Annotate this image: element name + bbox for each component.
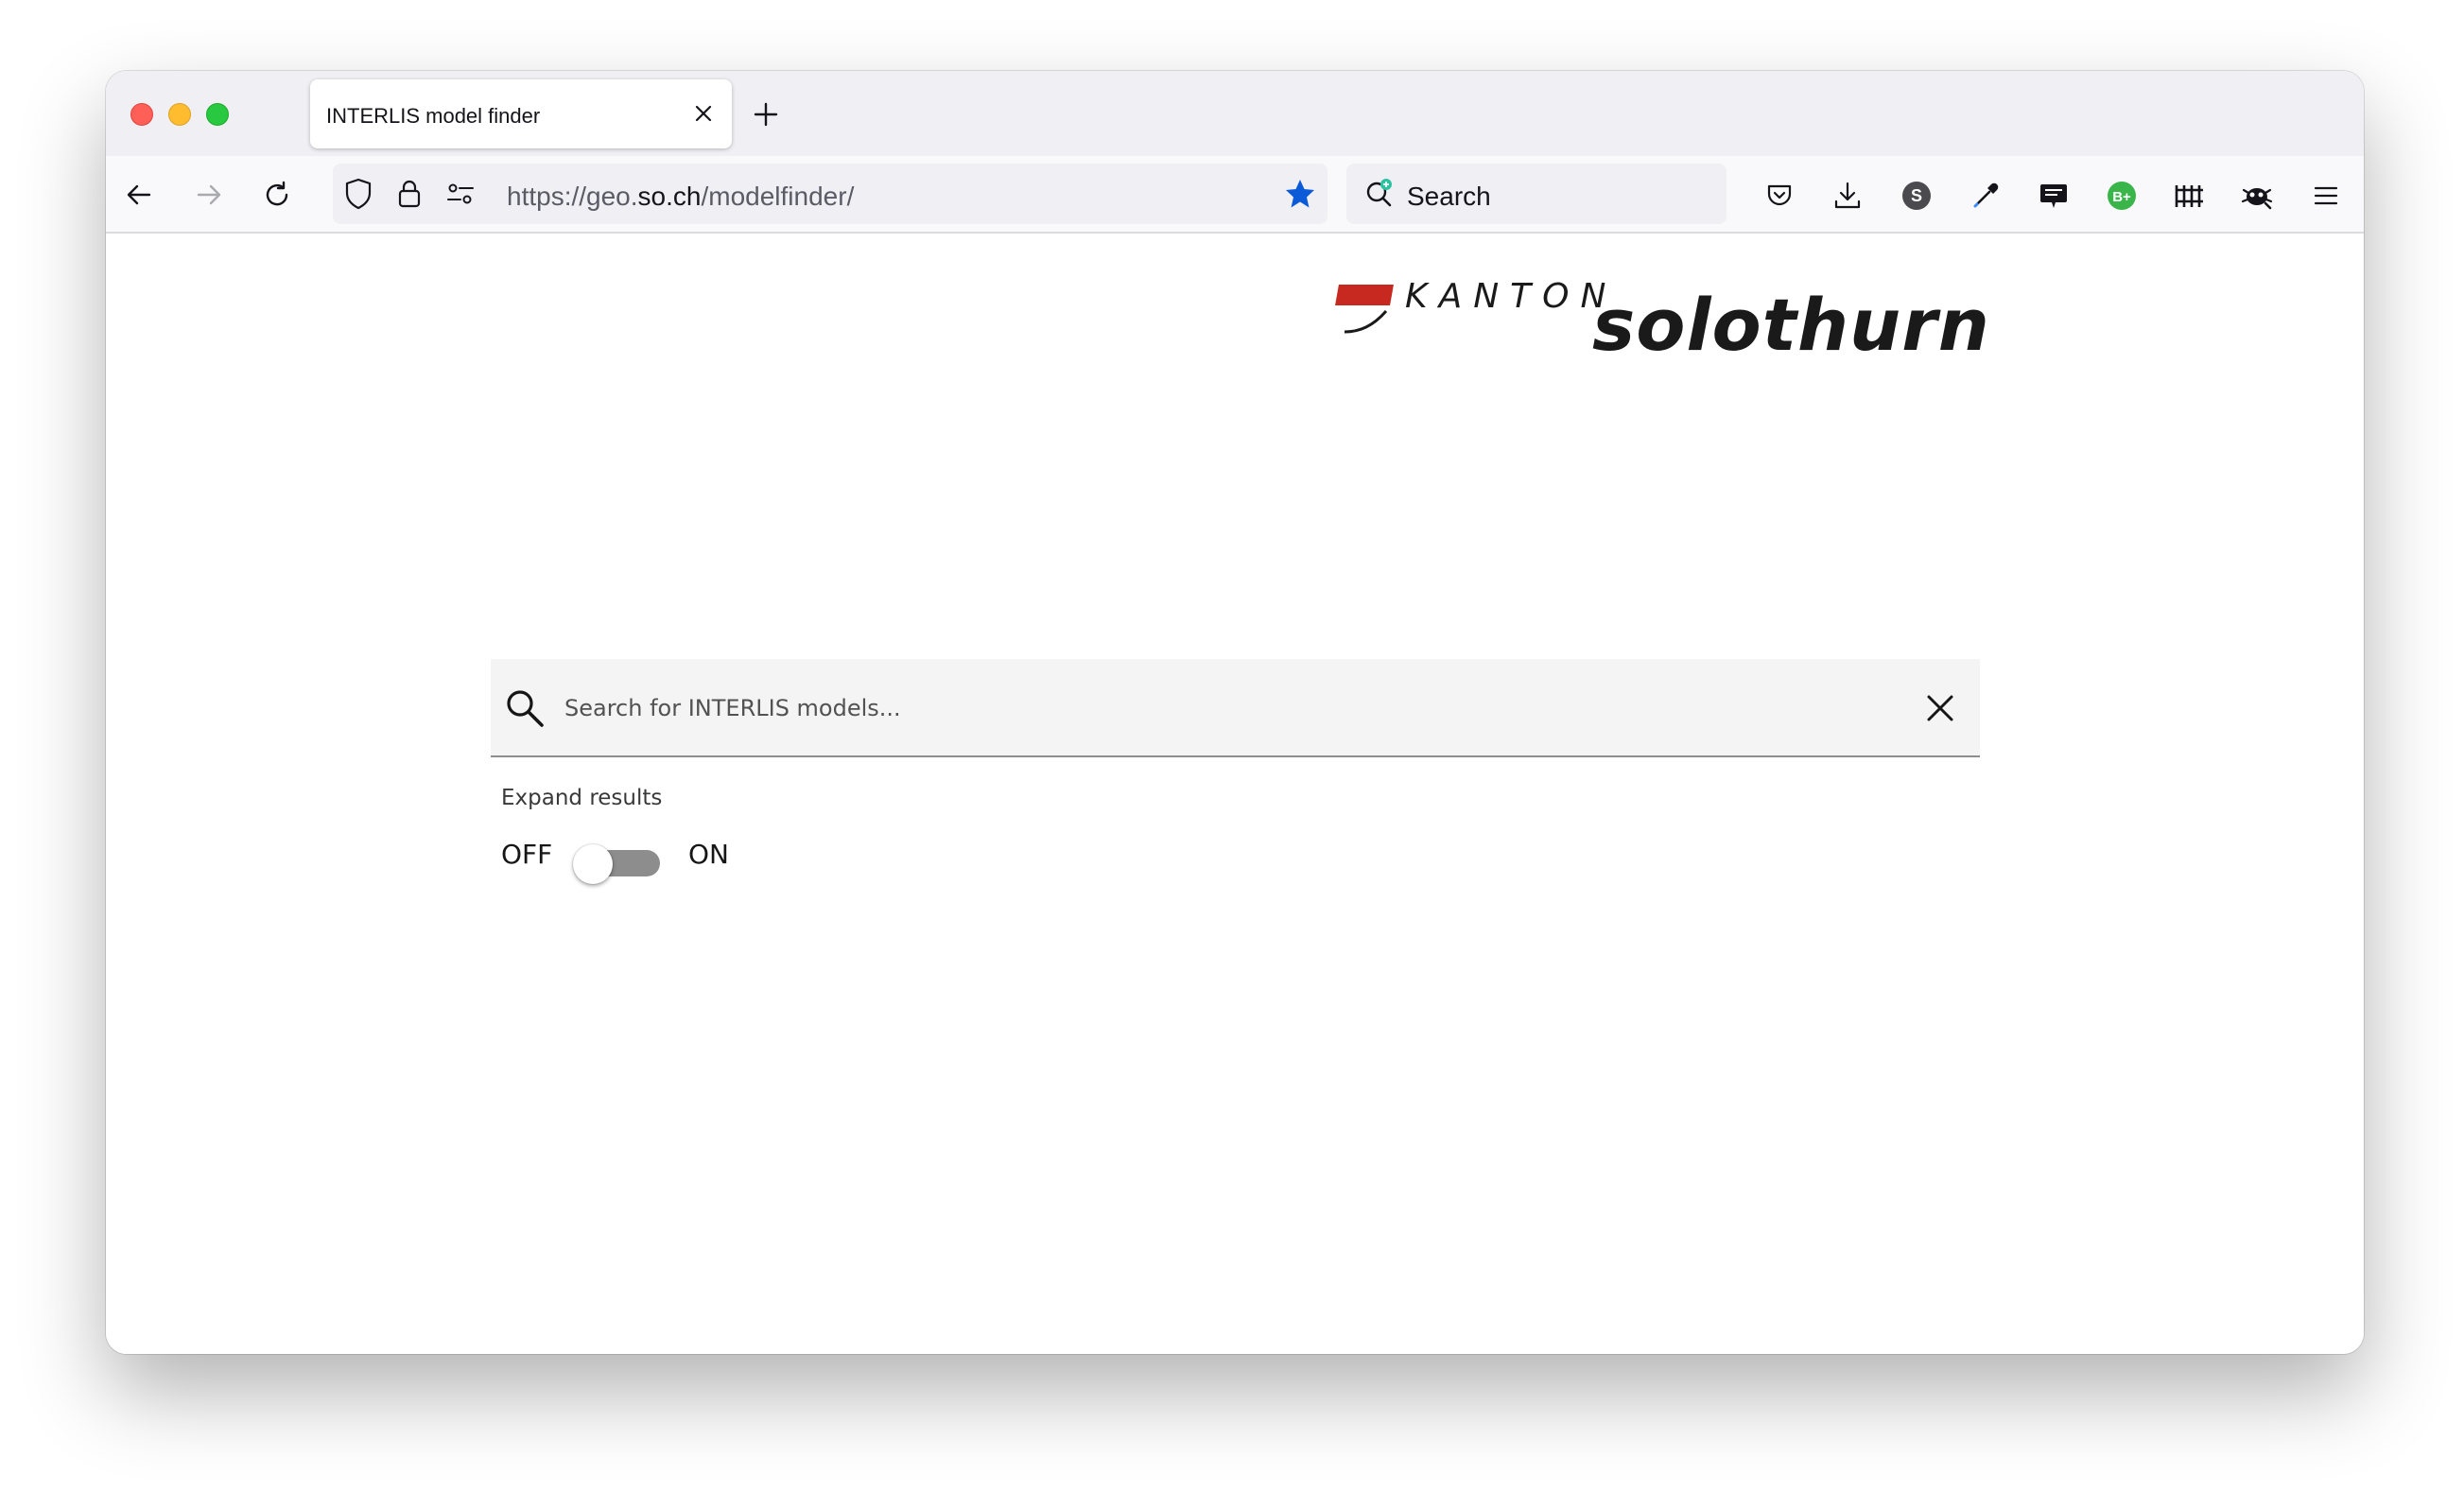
bookmark-star-icon[interactable] — [1280, 174, 1320, 214]
extension-s-label: S — [1911, 186, 1922, 205]
toggle-thumb[interactable] — [573, 844, 613, 884]
url-bar[interactable]: https://geo.so.ch/modelfinder/ — [333, 164, 1327, 224]
url-text[interactable]: https://geo.so.ch/modelfinder/ — [507, 182, 854, 212]
toggle-off-label: OFF — [501, 839, 553, 870]
clear-search-icon[interactable] — [1917, 685, 1963, 731]
permissions-icon[interactable] — [441, 174, 480, 214]
new-tab-icon[interactable] — [749, 97, 783, 131]
pocket-icon[interactable] — [1759, 175, 1800, 217]
comments-icon[interactable] — [2033, 175, 2074, 217]
logo-flag — [1335, 285, 1394, 305]
logo-kanton-text: KANTON — [1405, 277, 1618, 316]
lock-icon[interactable] — [390, 174, 429, 214]
browser-search-bar[interactable]: Search — [1346, 164, 1727, 224]
page-content: KANTON solothurn Expand results OFF ON — [106, 234, 2364, 1354]
expand-results-toggle[interactable] — [573, 844, 660, 884]
shield-icon[interactable] — [338, 174, 378, 214]
tab-strip: INTERLIS model finder — [106, 71, 2364, 156]
reload-icon[interactable] — [257, 175, 297, 215]
url-prefix: https://geo. — [507, 182, 638, 211]
close-window-button[interactable] — [130, 103, 153, 126]
search-icon — [507, 690, 544, 727]
search-engine-icon — [1363, 177, 1397, 216]
downloads-icon[interactable] — [1827, 175, 1868, 217]
url-domain: so.ch — [637, 182, 702, 211]
kanton-solothurn-logo[interactable]: KANTON solothurn — [1335, 275, 2093, 367]
expand-results-label: Expand results — [501, 786, 663, 810]
browser-window: INTERLIS model finder https://geo.so.ch/… — [106, 71, 2364, 1354]
extension-b-plus-label: B+ — [2112, 189, 2131, 205]
model-search-field — [491, 659, 1980, 757]
extension-s-icon[interactable]: S — [1896, 175, 1937, 217]
search-bar-label: Search — [1407, 182, 1491, 211]
eyedropper-icon[interactable] — [1965, 175, 2006, 217]
tab-title: INTERLIS model finder — [326, 104, 541, 128]
toggle-on-label: ON — [688, 839, 729, 870]
nav-bar: https://geo.so.ch/modelfinder/ Search S — [106, 156, 2364, 234]
extension-b-plus-icon[interactable]: B+ — [2101, 175, 2143, 217]
search-input[interactable] — [564, 687, 1869, 729]
grid-columns-icon[interactable] — [2169, 175, 2211, 217]
logo-arc-icon — [1344, 310, 1388, 334]
menu-icon[interactable] — [2305, 175, 2347, 217]
back-icon[interactable] — [119, 175, 159, 215]
logo-solothurn-text: solothurn — [1592, 283, 1990, 367]
extension-bug-icon[interactable] — [2237, 175, 2279, 217]
url-path: /modelfinder/ — [701, 182, 855, 211]
zoom-window-button[interactable] — [206, 103, 229, 126]
tab-interlis-model-finder[interactable]: INTERLIS model finder — [310, 79, 732, 148]
minimize-window-button[interactable] — [168, 103, 191, 126]
close-tab-icon[interactable] — [690, 100, 717, 127]
forward-icon[interactable] — [189, 175, 229, 215]
